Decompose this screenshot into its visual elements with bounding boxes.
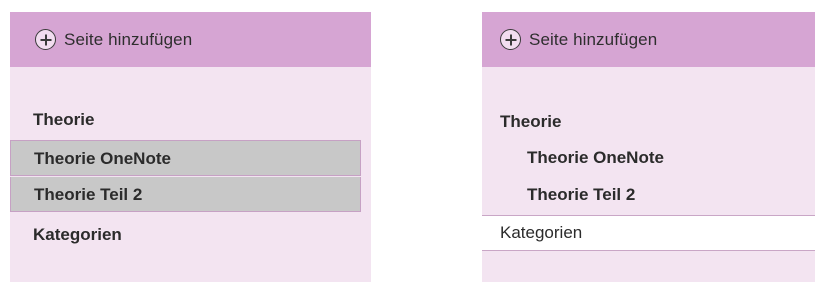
- page-item-kategorien[interactable]: Kategorien: [10, 217, 371, 252]
- page-item-theorie[interactable]: Theorie: [482, 104, 815, 139]
- page-item-theorie[interactable]: Theorie: [10, 102, 371, 137]
- add-page-button[interactable]: Seite hinzufügen: [10, 12, 371, 67]
- add-page-button[interactable]: Seite hinzufügen: [482, 12, 815, 67]
- page-item-theorie-teil-2[interactable]: Theorie Teil 2: [10, 177, 361, 212]
- plus-circle-icon: [35, 29, 56, 50]
- subpage-item-theorie-onenote[interactable]: Theorie OneNote: [482, 140, 815, 175]
- page-item-kategorien-active[interactable]: Kategorien: [482, 215, 815, 251]
- subpage-item-theorie-teil-2[interactable]: Theorie Teil 2: [482, 177, 815, 212]
- plus-circle-icon: [500, 29, 521, 50]
- page-list-panel-right: Seite hinzufügen Theorie Theorie OneNote…: [482, 12, 815, 282]
- page-item-theorie-onenote[interactable]: Theorie OneNote: [10, 140, 361, 176]
- page-list-panel-left: Seite hinzufügen Theorie Theorie OneNote…: [10, 12, 371, 282]
- add-page-label: Seite hinzufügen: [529, 29, 658, 49]
- add-page-label: Seite hinzufügen: [64, 29, 193, 49]
